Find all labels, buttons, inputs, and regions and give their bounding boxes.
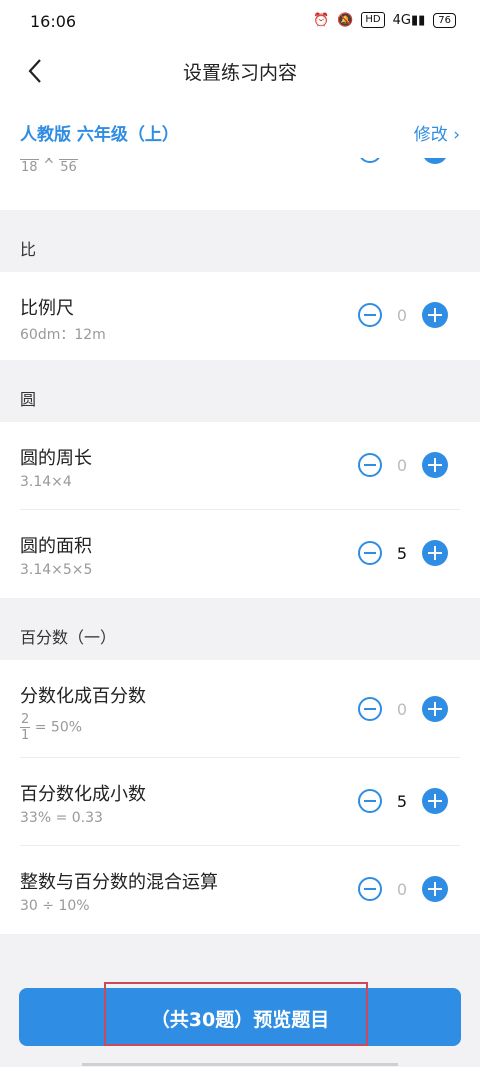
plus-icon[interactable] (422, 788, 448, 814)
status-bar: 16:06 ⏰ 🔕 HD 4G▮▮ 76 (0, 0, 480, 42)
quantity-value: 0 (396, 305, 408, 325)
quantity-stepper[interactable]: 0 (358, 452, 448, 478)
plus-icon[interactable] (422, 452, 448, 478)
item-title: 比例尺 (20, 298, 74, 319)
quantity-value: 0 (396, 879, 408, 899)
status-time: 16:06 (30, 12, 77, 31)
quantity-stepper[interactable]: 5 (358, 788, 448, 814)
exercise-list[interactable]: 5018 × 1856 5 比 比例尺 60dm：12m 0 圆 圆的周长 3.… (0, 158, 480, 978)
section-header: 百分数（一） (0, 598, 480, 660)
page-title: 设置练习内容 (182, 62, 297, 84)
gesture-bar[interactable] (82, 1063, 398, 1066)
status-icons: ⏰ 🔕 HD 4G▮▮ 76 (313, 12, 456, 28)
item-example: 21 = 50% (20, 712, 83, 743)
item-title: 圆的面积 (20, 536, 92, 557)
battery-icon: 76 (433, 12, 456, 28)
item-example: 3.14×4 (20, 474, 72, 490)
list-item: 分数化成百分数 21 = 50% 0 (0, 660, 480, 758)
title-bar: 设置练习内容 (0, 42, 480, 102)
quantity-stepper[interactable]: 0 (358, 302, 448, 328)
item-example: 30 ÷ 10% (20, 898, 90, 914)
section-header: 圆 (0, 360, 480, 422)
highlight-box (104, 982, 368, 1046)
quantity-value: 0 (396, 455, 408, 475)
list-item: 整数与百分数的混合运算 30 ÷ 10% 0 (0, 846, 480, 934)
modify-link[interactable]: 修改 › (414, 120, 460, 145)
edition-label: 人教版 六年级（上） (20, 125, 179, 145)
edition-bar: 人教版 六年级（上） 修改 › (0, 102, 480, 158)
minus-icon[interactable] (358, 453, 382, 477)
item-title: 百分数化成小数 (20, 784, 146, 805)
plus-icon[interactable] (422, 540, 448, 566)
quantity-value: 0 (396, 699, 408, 719)
list-item: 圆的面积 3.14×5×5 5 (0, 510, 480, 598)
item-example: 33% = 0.33 (20, 810, 103, 826)
quantity-stepper[interactable]: 5 (358, 158, 448, 164)
quantity-stepper[interactable]: 5 (358, 540, 448, 566)
minus-icon[interactable] (358, 541, 382, 565)
item-example: 60dm：12m (20, 327, 106, 343)
list-item: 百分数化成小数 33% = 0.33 5 (0, 758, 480, 846)
minus-icon[interactable] (358, 697, 382, 721)
item-title: 整数与百分数的混合运算 (20, 872, 218, 893)
list-item: 比例尺 60dm：12m 0 (0, 272, 480, 360)
minus-icon[interactable] (358, 789, 382, 813)
quantity-value: 5 (382, 158, 422, 161)
alarm-icon: ⏰ (312, 12, 330, 28)
bell-muted-icon: 🔕 (337, 12, 354, 28)
item-title: 分数化成百分数 (20, 686, 146, 707)
item-title: 圆的周长 (20, 448, 92, 469)
section-header: 比 (0, 210, 480, 272)
list-item: 5018 × 1856 5 (0, 158, 480, 210)
plus-icon[interactable] (422, 302, 448, 328)
quantity-value: 5 (396, 791, 408, 811)
minus-icon[interactable] (358, 877, 382, 901)
item-example: 5018 × 1856 (20, 158, 78, 175)
plus-icon[interactable] (422, 876, 448, 902)
plus-icon[interactable] (422, 696, 448, 722)
signal-icon: 4G▮▮ (392, 12, 426, 28)
hd-badge: HD (361, 12, 385, 28)
item-example: 3.14×5×5 (20, 562, 93, 578)
quantity-stepper[interactable]: 0 (358, 876, 448, 902)
plus-icon[interactable] (422, 158, 448, 164)
quantity-value: 5 (396, 543, 408, 563)
quantity-stepper[interactable]: 0 (358, 696, 448, 722)
minus-icon[interactable] (358, 303, 382, 327)
minus-icon[interactable] (358, 158, 382, 163)
list-item: 圆的周长 3.14×4 0 (0, 422, 480, 510)
